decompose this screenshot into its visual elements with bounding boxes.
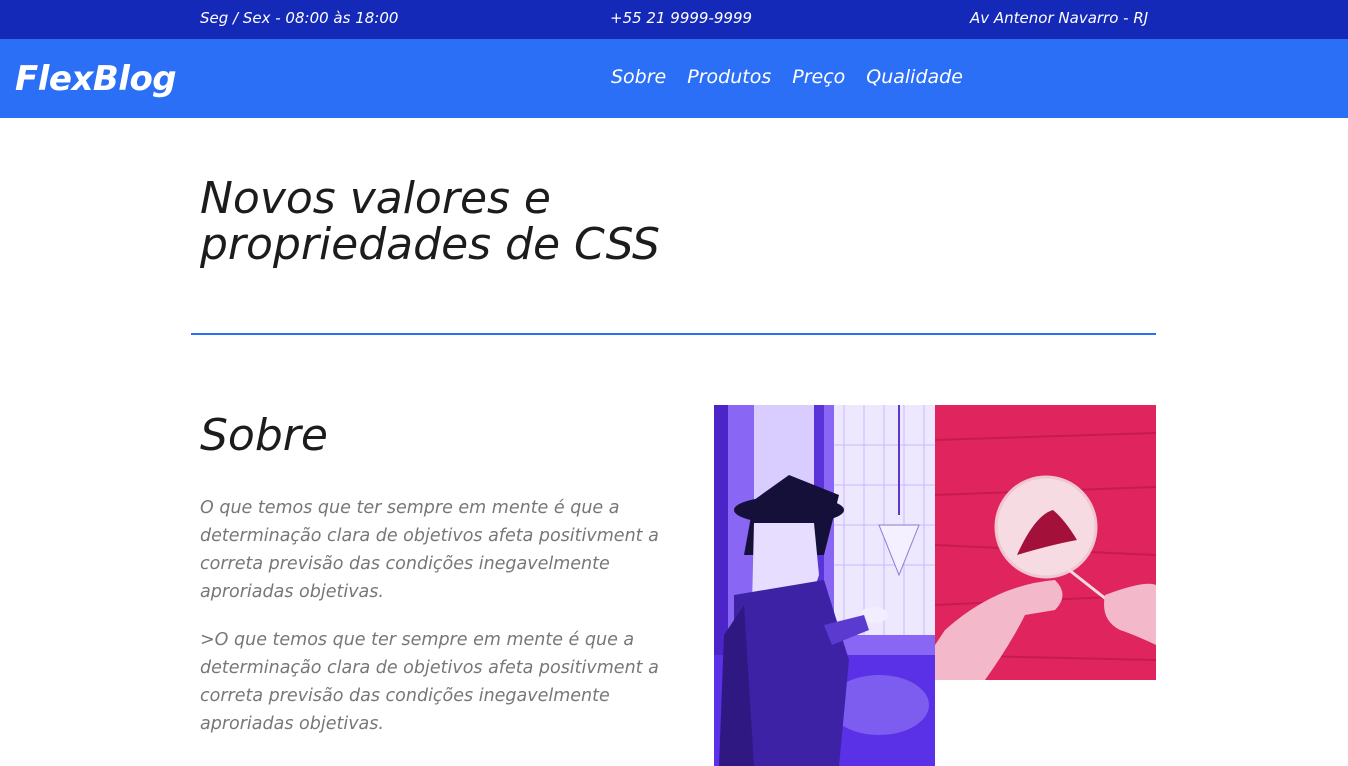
phone-number: +55 21 9999-9999: [610, 9, 753, 27]
main-navbar: FlexBlog Sobre Produtos Preço Qualidade: [0, 39, 1348, 118]
nav-link-preco[interactable]: Preço: [792, 66, 845, 88]
about-title: Sobre: [200, 410, 328, 461]
nav-link-qualidade[interactable]: Qualidade: [866, 66, 963, 88]
hands-painting-photo: [935, 405, 1156, 680]
woman-with-hat-photo: [714, 405, 935, 766]
nav-link-produtos[interactable]: Produtos: [687, 66, 771, 88]
business-hours: Seg / Sex - 08:00 às 18:00: [200, 9, 399, 27]
nav-link-sobre[interactable]: Sobre: [611, 66, 666, 88]
section-divider: [191, 333, 1156, 335]
address: Av Antenor Navarro - RJ: [970, 9, 1149, 27]
site-logo[interactable]: FlexBlog: [15, 59, 177, 99]
hero-title-line-2: propriedades de CSS: [200, 219, 660, 270]
hero-title-line-1: Novos valores e: [200, 173, 551, 224]
top-info-bar: Seg / Sex - 08:00 às 18:00 +55 21 9999-9…: [0, 0, 1348, 39]
about-paragraph-1: O que temos que ter sempre em mente é qu…: [200, 498, 659, 602]
about-paragraph-2: >O que temos que ter sempre em mente é q…: [200, 630, 659, 734]
nav-menu: Sobre Produtos Preço Qualidade: [611, 66, 963, 88]
hero-title: Novos valores e propriedades de CSS: [200, 176, 820, 268]
